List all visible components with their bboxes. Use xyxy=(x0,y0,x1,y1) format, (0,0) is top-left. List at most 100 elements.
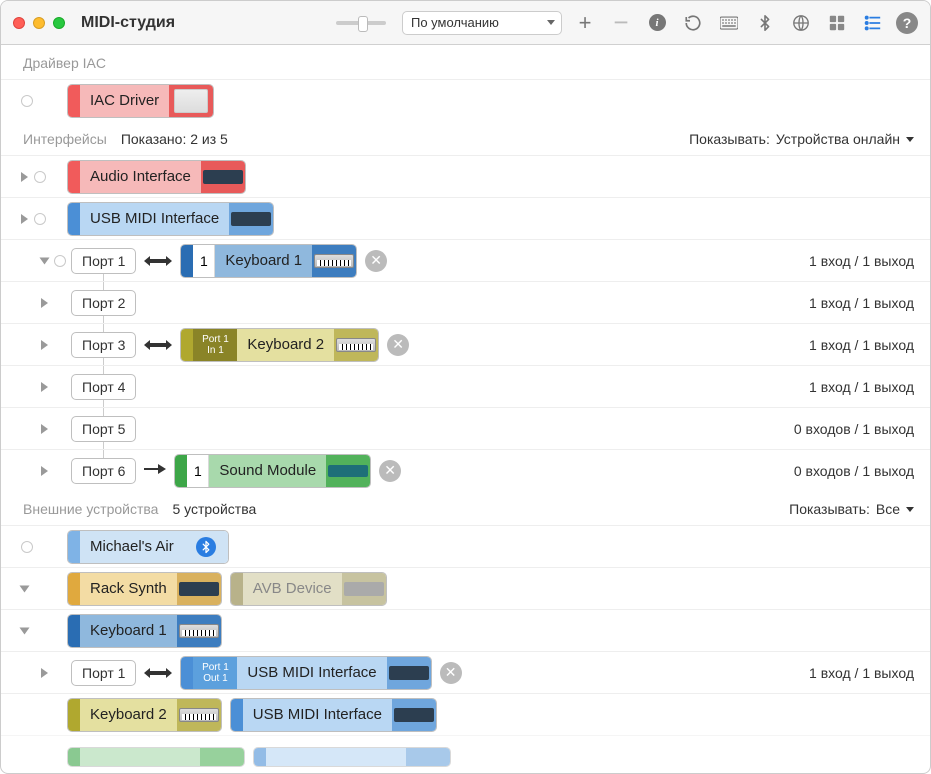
keyboard1-ext-row[interactable]: Keyboard 1 xyxy=(1,609,930,651)
audio-interface-row[interactable]: Audio Interface xyxy=(1,155,930,197)
keyboard2-ext-row[interactable]: Keyboard 2 USB MIDI Interface xyxy=(1,693,930,735)
remove-connection-button[interactable]: ✕ xyxy=(365,250,387,272)
app-window: MIDI-студия По умолчанию + − ? Драйвер I… xyxy=(0,0,931,774)
port-6-row[interactable]: Порт 6 1Sound Module ✕ 0 входов / 1 выхо… xyxy=(1,449,930,491)
disclosure-icon[interactable] xyxy=(41,466,48,476)
disclosure-icon[interactable] xyxy=(40,257,50,264)
device-icon xyxy=(328,465,368,477)
status-dot xyxy=(34,213,46,225)
device-chip[interactable] xyxy=(67,747,245,767)
keyboard-button[interactable] xyxy=(716,10,742,36)
usb-midi-row[interactable]: USB MIDI Interface xyxy=(1,197,930,239)
rack-synth-chip[interactable]: Rack Synth xyxy=(67,572,222,606)
port-4-row[interactable]: Порт 4 1 вход / 1 выход xyxy=(1,365,930,407)
io-label: 1 вход / 1 выход xyxy=(809,253,914,269)
device-icon xyxy=(344,582,384,596)
icon-size-slider[interactable] xyxy=(336,21,386,25)
keyboard-icon xyxy=(336,338,376,352)
zoom-button[interactable] xyxy=(53,17,65,29)
port-pill[interactable]: Порт 4 xyxy=(71,374,136,400)
show-dropdown[interactable]: Все xyxy=(876,501,914,517)
remove-connection-button[interactable]: ✕ xyxy=(387,334,409,356)
iac-driver-row[interactable]: IAC Driver xyxy=(1,79,930,121)
list-view-button[interactable] xyxy=(860,10,886,36)
keyboard1-port1-row[interactable]: Порт 1 Port 1Out 1 USB MIDI Interface ✕ … xyxy=(1,651,930,693)
status-dot xyxy=(54,255,66,267)
section-external-header: Внешние устройства 5 устройства Показыва… xyxy=(1,491,930,525)
disclosure-icon[interactable] xyxy=(21,214,28,224)
close-button[interactable] xyxy=(13,17,25,29)
network-button[interactable] xyxy=(788,10,814,36)
section-label: Интерфейсы xyxy=(23,131,107,147)
show-label: Показывать: xyxy=(789,501,870,517)
info-button[interactable] xyxy=(644,10,670,36)
show-dropdown[interactable]: Устройства онлайн xyxy=(776,131,914,147)
usb-midi-chip[interactable]: USB MIDI Interface xyxy=(67,202,274,236)
keyboard-icon xyxy=(179,708,219,722)
keyboard2-chip[interactable]: Port 1In 1 Keyboard 2 xyxy=(180,328,379,362)
grid-view-button[interactable] xyxy=(824,10,850,36)
device-icon xyxy=(179,582,219,596)
avb-device-chip[interactable]: AVB Device xyxy=(230,572,387,606)
port-pill[interactable]: Порт 6 xyxy=(71,458,136,484)
help-button[interactable]: ? xyxy=(896,12,918,34)
port-pill[interactable]: Порт 1 xyxy=(71,660,136,686)
port-pill[interactable]: Порт 5 xyxy=(71,416,136,442)
disclosure-icon[interactable] xyxy=(41,668,48,678)
port-pill[interactable]: Порт 2 xyxy=(71,290,136,316)
michaels-air-chip[interactable]: Michael's Air xyxy=(67,530,229,564)
titlebar: MIDI-студия По умолчанию + − ? xyxy=(1,1,930,45)
minimize-button[interactable] xyxy=(33,17,45,29)
section-label: Внешние устройства xyxy=(23,501,158,517)
device-icon xyxy=(231,212,271,226)
iac-driver-chip[interactable]: IAC Driver xyxy=(67,84,214,118)
overflow-row[interactable] xyxy=(1,735,930,773)
port-pill[interactable]: Порт 1 xyxy=(71,248,136,274)
keyboard1-ext-chip[interactable]: Keyboard 1 xyxy=(67,614,222,648)
status-dot xyxy=(34,171,46,183)
arrow-right-icon xyxy=(144,462,166,480)
bidir-arrow-icon xyxy=(144,666,172,680)
window-title: MIDI-студия xyxy=(81,14,175,32)
remove-connection-button[interactable]: ✕ xyxy=(440,662,462,684)
io-label: 1 вход / 1 выход xyxy=(809,337,914,353)
remove-connection-button[interactable]: ✕ xyxy=(379,460,401,482)
keyboard-icon xyxy=(314,254,354,268)
remove-button[interactable]: − xyxy=(608,10,634,36)
config-dropdown[interactable]: По умолчанию xyxy=(402,11,562,35)
usb-midi-chip[interactable]: USB MIDI Interface xyxy=(230,698,437,732)
port-2-row[interactable]: Порт 2 1 вход / 1 выход xyxy=(1,281,930,323)
keyboard1-chip[interactable]: 1Keyboard 1 xyxy=(180,244,357,278)
port-1-row[interactable]: Порт 1 1Keyboard 1 ✕ 1 вход / 1 выход xyxy=(1,239,930,281)
device-icon xyxy=(394,708,434,722)
device-icon xyxy=(203,170,243,184)
port-pill[interactable]: Порт 3 xyxy=(71,332,136,358)
section-interfaces-header: Интерфейсы Показано: 2 из 5 Показывать: … xyxy=(1,121,930,155)
add-button[interactable]: + xyxy=(572,10,598,36)
sound-module-chip[interactable]: 1Sound Module xyxy=(174,454,371,488)
io-label: 1 вход / 1 выход xyxy=(809,295,914,311)
disclosure-icon[interactable] xyxy=(41,340,48,350)
disclosure-icon[interactable] xyxy=(21,172,28,182)
device-chip[interactable] xyxy=(253,747,451,767)
disclosure-icon[interactable] xyxy=(41,298,48,308)
port-5-row[interactable]: Порт 5 0 входов / 1 выход xyxy=(1,407,930,449)
audio-interface-chip[interactable]: Audio Interface xyxy=(67,160,246,194)
io-label: 1 вход / 1 выход xyxy=(809,665,914,681)
status-dot xyxy=(21,95,33,107)
michaels-air-row[interactable]: Michael's Air xyxy=(1,525,930,567)
disclosure-icon[interactable] xyxy=(41,382,48,392)
port-3-row[interactable]: Порт 3 Port 1In 1 Keyboard 2 ✕ 1 вход / … xyxy=(1,323,930,365)
disclosure-icon[interactable] xyxy=(20,627,30,634)
section-iac-header: Драйвер IAC xyxy=(1,45,930,79)
rack-synth-row[interactable]: Rack Synth AVB Device xyxy=(1,567,930,609)
show-label: Показывать: xyxy=(689,131,770,147)
device-list: Драйвер IAC IAC Driver Интерфейсы Показа… xyxy=(1,45,930,773)
rescan-button[interactable] xyxy=(680,10,706,36)
bluetooth-button[interactable] xyxy=(752,10,778,36)
keyboard2-ext-chip[interactable]: Keyboard 2 xyxy=(67,698,222,732)
keyboard-icon xyxy=(179,624,219,638)
disclosure-icon[interactable] xyxy=(41,424,48,434)
usb-midi-chip[interactable]: Port 1Out 1 USB MIDI Interface xyxy=(180,656,431,690)
disclosure-icon[interactable] xyxy=(20,585,30,592)
